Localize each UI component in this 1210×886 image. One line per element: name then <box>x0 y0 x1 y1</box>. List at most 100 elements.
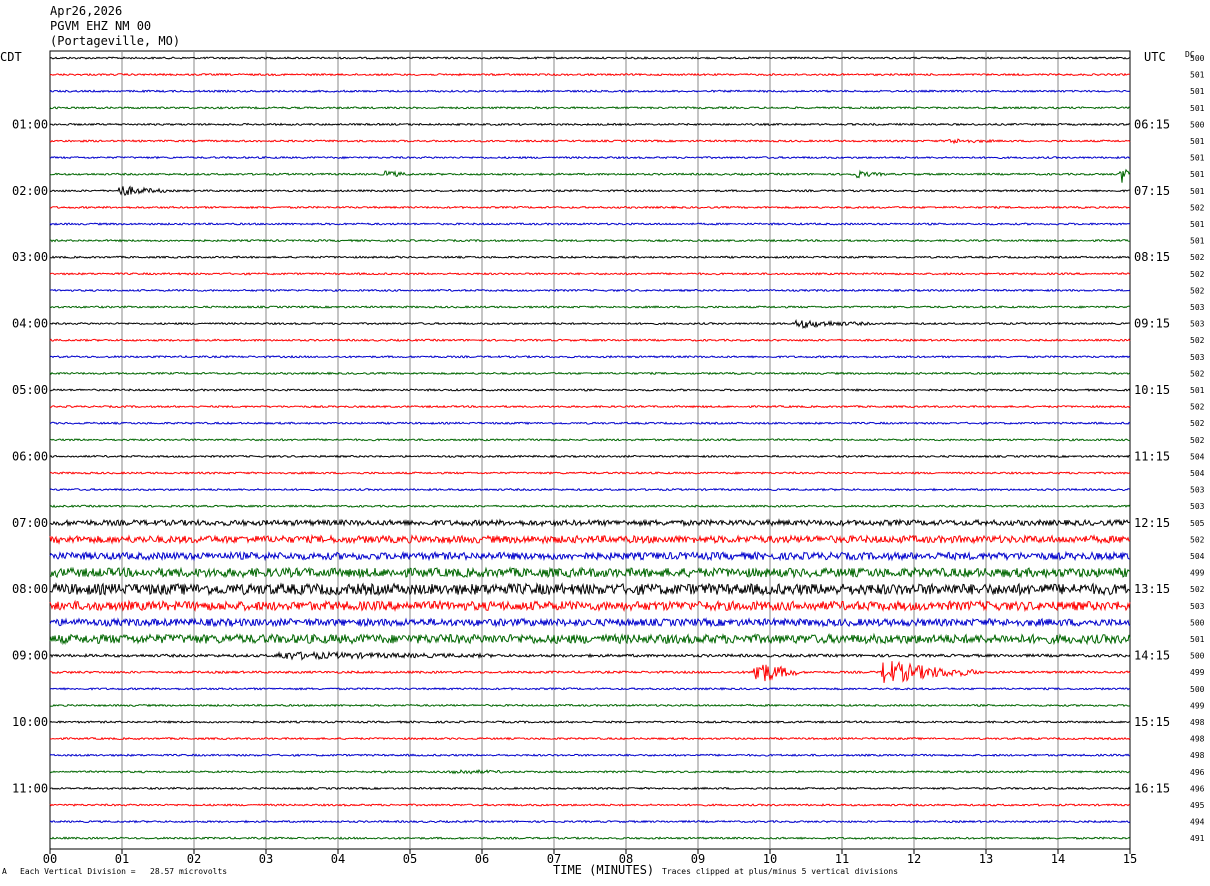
trace-line <box>49 288 1131 293</box>
dc-offset-label: 495 <box>1190 801 1205 810</box>
left-hour-label: 10:00 <box>12 715 48 729</box>
left-hour-label: 01:00 <box>12 117 48 131</box>
trace-line <box>49 106 1131 110</box>
dc-offset-label: 505 <box>1190 519 1205 528</box>
trace-line <box>49 533 1131 545</box>
dc-offset-label: 498 <box>1190 718 1205 727</box>
x-tick-label: 09 <box>691 852 705 866</box>
dc-offset-label: 500 <box>1190 618 1205 627</box>
trace-line <box>49 371 1131 376</box>
x-axis-title: TIME (MINUTES) <box>553 863 655 877</box>
dc-offset-label: 496 <box>1190 784 1205 793</box>
trace-line <box>49 222 1131 226</box>
dc-offset-label: 501 <box>1190 386 1205 395</box>
trace-line <box>49 155 1131 160</box>
dc-offset-label: 502 <box>1190 369 1205 378</box>
trace-line <box>49 504 1131 509</box>
trace-line <box>49 487 1131 492</box>
x-tick-label: 15 <box>1123 852 1137 866</box>
trace-line <box>49 238 1131 243</box>
x-tick-label: 10 <box>763 852 777 866</box>
x-tick-label: 12 <box>907 852 921 866</box>
trace-line <box>49 354 1131 359</box>
x-tick-label: 00 <box>43 852 57 866</box>
trace-line <box>49 338 1131 343</box>
dc-offset-label: 502 <box>1190 203 1205 212</box>
trace-line <box>49 471 1131 475</box>
left-hour-label: 09:00 <box>12 649 48 663</box>
x-tick-label: 02 <box>187 852 201 866</box>
x-tick-label: 04 <box>331 852 345 866</box>
scale-note: Each Vertical Division = 28.57 microvolt… <box>20 867 228 876</box>
trace-line <box>49 138 1131 145</box>
dc-offset-label: 502 <box>1190 419 1205 428</box>
dc-offset-label: 503 <box>1190 502 1205 511</box>
trace-line <box>49 518 1131 528</box>
x-tick-label: 03 <box>259 852 273 866</box>
right-hour-label: 14:15 <box>1134 649 1170 663</box>
trace-line <box>49 819 1131 824</box>
dc-offset-label: 502 <box>1190 286 1205 295</box>
trace-line <box>49 720 1131 724</box>
trace-line <box>49 454 1131 459</box>
dc-offset-label: 503 <box>1190 320 1205 329</box>
trace-line <box>49 582 1131 597</box>
trace-line <box>50 255 1131 260</box>
dc-offset-label: 501 <box>1190 187 1205 196</box>
trace-line <box>49 660 1131 683</box>
dc-offset-label: 500 <box>1190 54 1205 63</box>
trace-line <box>49 404 1131 409</box>
right-hour-label: 13:15 <box>1134 582 1170 596</box>
left-hour-label: 02:00 <box>12 184 48 198</box>
dc-offset-label: 504 <box>1190 552 1205 561</box>
x-tick-label: 06 <box>475 852 489 866</box>
trace-line <box>49 803 1131 807</box>
right-hour-label: 07:15 <box>1134 184 1170 198</box>
dc-offset-label: 501 <box>1190 220 1205 229</box>
trace-line <box>49 632 1131 646</box>
trace-line <box>49 185 1130 197</box>
right-hour-label: 06:15 <box>1134 117 1170 131</box>
clip-note: Traces clipped at plus/minus 5 vertical … <box>662 867 899 876</box>
dc-offset-label: 499 <box>1190 569 1205 578</box>
dc-offset-label: 494 <box>1190 818 1205 827</box>
trace-line <box>49 438 1131 442</box>
left-hour-label: 05:00 <box>12 383 48 397</box>
trace-line <box>49 168 1131 183</box>
trace-line <box>49 388 1131 392</box>
trace-line <box>49 566 1131 579</box>
dc-offset-label: 499 <box>1190 701 1205 710</box>
right-hour-label: 16:15 <box>1134 781 1170 795</box>
dc-offset-label: 502 <box>1190 270 1205 279</box>
seismogram-plot: 00 01 02 03 04 05 06 07 08 09 10 11 12 13 14 1550050150… <box>12 50 1205 866</box>
dc-offset-label: 500 <box>1190 685 1205 694</box>
trace-line <box>49 617 1131 628</box>
dc-offset-label: 503 <box>1190 486 1205 495</box>
dc-offset-label: 501 <box>1190 104 1205 113</box>
dc-offset-label: 502 <box>1190 253 1205 262</box>
trace-line <box>49 122 1131 127</box>
footer-mark: A <box>2 867 7 876</box>
trace-line <box>49 599 1131 613</box>
dc-offset-label: 501 <box>1190 71 1205 80</box>
left-hour-label: 03:00 <box>12 250 48 264</box>
right-hour-label: 09:15 <box>1134 317 1170 331</box>
x-tick-label: 05 <box>403 852 417 866</box>
trace-line <box>49 753 1130 757</box>
left-hour-label: 08:00 <box>12 582 48 596</box>
trace-line <box>49 769 1131 775</box>
dc-offset-label: 501 <box>1190 170 1205 179</box>
dc-offset-label: 502 <box>1190 436 1205 445</box>
x-tick-label: 11 <box>835 852 849 866</box>
trace-line <box>49 421 1131 426</box>
trace-line <box>49 650 1131 661</box>
trace-line <box>49 703 1131 708</box>
trace-line <box>49 550 1131 562</box>
left-hour-label: 07:00 <box>12 516 48 530</box>
dc-offset-label: 501 <box>1190 87 1205 96</box>
dc-offset-label: 498 <box>1190 751 1205 760</box>
left-hour-label: 04:00 <box>12 317 48 331</box>
dc-offset-label: 504 <box>1190 469 1205 478</box>
dc-offset-label: 501 <box>1190 137 1205 146</box>
dc-offset-label: 501 <box>1190 635 1205 644</box>
